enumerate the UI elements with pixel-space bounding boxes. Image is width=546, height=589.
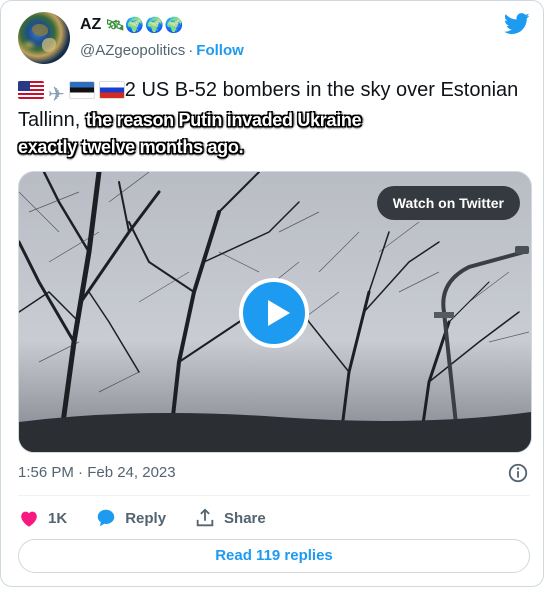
- author-name[interactable]: AZ 🛰🌍🌍🌍: [80, 15, 184, 35]
- divider: [18, 495, 530, 496]
- overlay-caption-line2: exactly twelve months ago.: [18, 137, 244, 157]
- like-button[interactable]: 1K: [18, 507, 67, 529]
- us-flag-icon: [18, 81, 44, 99]
- info-icon[interactable]: [507, 462, 529, 484]
- share-label: Share: [224, 509, 266, 527]
- read-replies-button[interactable]: Read 119 replies: [18, 539, 530, 573]
- tweet-flags: ✈: [18, 81, 125, 107]
- follow-button[interactable]: Follow: [196, 42, 244, 59]
- tweet-card: AZ 🛰🌍🌍🌍 @AZgeopolitics · Follow ✈ 2 US B-5…: [0, 0, 544, 587]
- airplane-icon: ✈: [48, 82, 65, 106]
- author-handle-row: @AZgeopolitics · Follow: [80, 41, 244, 61]
- reply-button[interactable]: Reply: [95, 507, 166, 529]
- overlay-caption-line1: the reason Putin invaded Ukraine: [85, 110, 362, 130]
- share-button[interactable]: Share: [194, 507, 266, 529]
- watch-on-twitter-button[interactable]: Watch on Twitter: [376, 186, 520, 220]
- avatar[interactable]: [18, 12, 70, 64]
- estonia-flag-icon: [68, 81, 95, 99]
- twitter-bird-icon[interactable]: [504, 13, 530, 35]
- author-handle[interactable]: @AZgeopolitics: [80, 42, 185, 59]
- share-icon: [196, 508, 214, 527]
- tweet-timestamp[interactable]: 1:56 PM · Feb 24, 2023: [18, 463, 176, 483]
- reply-label: Reply: [125, 509, 167, 527]
- like-count: 1K: [48, 509, 68, 527]
- russia-flag-icon: [98, 81, 125, 99]
- play-button-icon[interactable]: [239, 278, 309, 348]
- author-name-emoji: 🛰🌍🌍🌍: [105, 16, 185, 34]
- tweet-text: ✈ 2 US B-52 bombers in the sky over Esto…: [18, 77, 530, 133]
- author-name-text[interactable]: AZ: [80, 15, 101, 35]
- heart-icon: [21, 511, 37, 527]
- video-player[interactable]: Watch on Twitter: [18, 171, 532, 453]
- separator: ·: [188, 42, 194, 59]
- action-bar: 1K Reply Share: [18, 506, 294, 530]
- speech-bubble-icon: [97, 509, 115, 527]
